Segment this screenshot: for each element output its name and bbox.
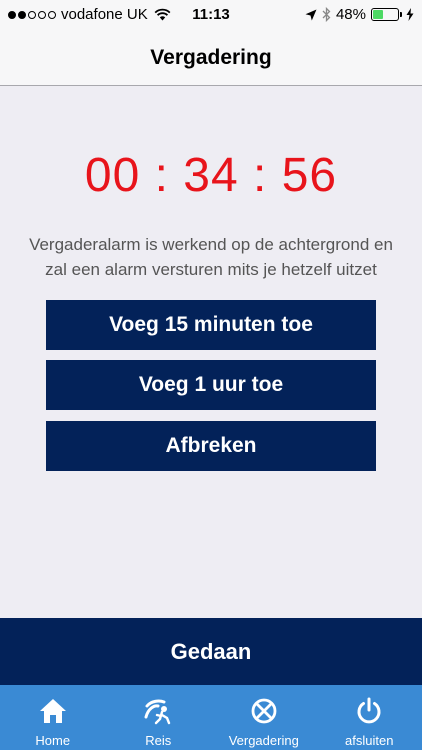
bluetooth-icon bbox=[322, 7, 331, 22]
tab-afsluiten[interactable]: afsluiten bbox=[317, 685, 422, 750]
tab-vergadering[interactable]: Vergadering bbox=[211, 685, 317, 750]
add-1-hour-button[interactable]: Voeg 1 uur toe bbox=[46, 360, 376, 410]
page-title: Vergadering bbox=[150, 45, 272, 69]
alarm-message: Vergaderalarm is werkend op de achtergro… bbox=[0, 232, 422, 282]
cancel-button[interactable]: Afbreken bbox=[46, 421, 376, 471]
alarm-message-line-1: Vergaderalarm is werkend op de achtergro… bbox=[29, 235, 393, 254]
add-15-minutes-button[interactable]: Voeg 15 minuten toe bbox=[46, 300, 376, 350]
alarm-message-line-2: zal een alarm versturen mits je hetzelf … bbox=[45, 260, 377, 279]
tab-home[interactable]: Home bbox=[0, 685, 106, 750]
countdown-timer: 00 : 34 : 56 bbox=[84, 149, 338, 202]
tab-label: Home bbox=[35, 733, 71, 748]
tab-label: Reis bbox=[145, 733, 172, 748]
battery-icon bbox=[371, 8, 402, 21]
tab-label: afsluiten bbox=[345, 733, 394, 748]
navigation-bar: Vergadering bbox=[0, 30, 422, 86]
home-icon bbox=[39, 695, 67, 727]
battery-percent: 48% bbox=[335, 6, 366, 23]
done-button[interactable]: Gedaan bbox=[0, 618, 422, 685]
tab-label: Vergadering bbox=[228, 733, 299, 748]
status-bar: vodafone UK 11:13 48% bbox=[0, 0, 422, 30]
tab-bar: Home Reis Vergadering afsluiten bbox=[0, 685, 422, 750]
travel-icon bbox=[142, 695, 174, 727]
meeting-icon bbox=[249, 695, 279, 727]
charging-bolt-icon bbox=[406, 8, 414, 21]
location-arrow-icon bbox=[305, 9, 317, 21]
power-icon bbox=[355, 695, 383, 727]
status-right: 48% bbox=[305, 6, 414, 23]
tab-reis[interactable]: Reis bbox=[106, 685, 212, 750]
